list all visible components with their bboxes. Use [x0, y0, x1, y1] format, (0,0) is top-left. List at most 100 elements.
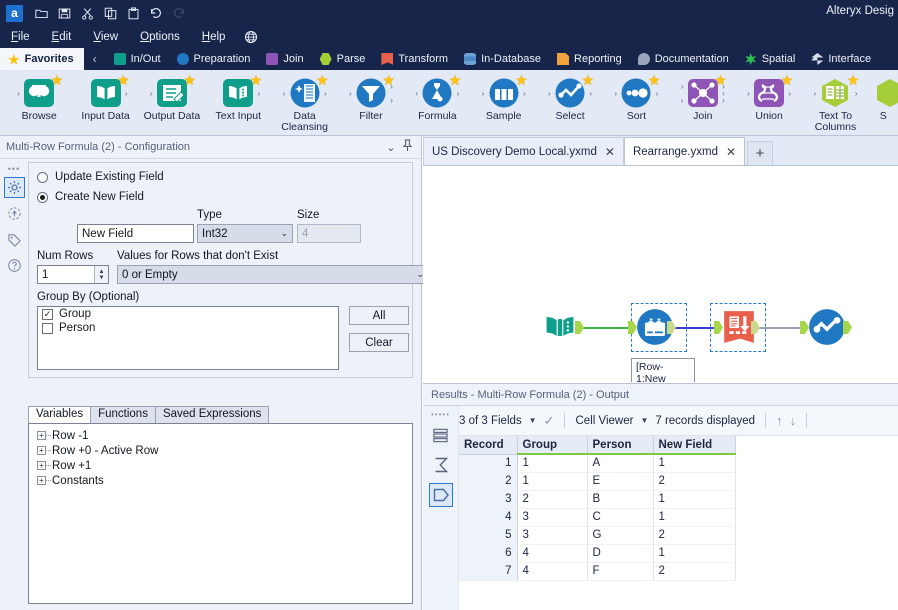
- close-icon[interactable]: ✕: [605, 145, 615, 159]
- tree-node-row-minus-1[interactable]: + Row -1: [37, 428, 412, 443]
- tree-node-row-plus-1[interactable]: + Row +1: [37, 458, 412, 473]
- select-all-button[interactable]: All: [349, 306, 409, 325]
- cell-new-field[interactable]: 2: [653, 562, 736, 581]
- fields-count-label[interactable]: 3 of 3 Fields: [459, 415, 522, 427]
- create-new-field-radio[interactable]: [37, 191, 48, 203]
- category-favorites[interactable]: ★ Favorites: [0, 48, 84, 70]
- refresh-icon[interactable]: [4, 203, 25, 224]
- globe-icon[interactable]: [244, 30, 258, 44]
- cell-person[interactable]: E: [587, 472, 654, 491]
- num-rows-stepper[interactable]: 1 ▲ ▼: [37, 265, 109, 284]
- port-transform-output[interactable]: [751, 321, 760, 334]
- tool-summarize[interactable]: S: [869, 70, 898, 122]
- cell-person[interactable]: D: [587, 544, 654, 563]
- drag-handle-dots[interactable]: •••••: [431, 410, 450, 419]
- arrow-down-icon[interactable]: ↓: [790, 413, 797, 428]
- chevron-down-icon[interactable]: ⌄: [383, 141, 399, 154]
- expand-icon[interactable]: +: [37, 446, 46, 455]
- tree-node-constants[interactable]: + Constants: [37, 473, 412, 488]
- column-header-group[interactable]: Group: [517, 436, 588, 455]
- group-by-list[interactable]: ✓ Group Person: [37, 306, 339, 370]
- table-row[interactable]: 2 1 E 2: [459, 472, 736, 491]
- tool-filter[interactable]: › › › ★ Filter: [338, 70, 404, 122]
- cell-group[interactable]: 1: [517, 454, 588, 473]
- node-browse[interactable]: [808, 308, 846, 349]
- tool-union[interactable]: › › ★ Union: [736, 70, 802, 122]
- node-text-input[interactable]: [541, 308, 579, 349]
- cell-group[interactable]: 2: [517, 490, 588, 509]
- tree-node-row-zero[interactable]: + Row +0 - Active Row: [37, 443, 412, 458]
- copy-icon[interactable]: [100, 3, 120, 23]
- clear-selection-button[interactable]: Clear: [349, 333, 409, 352]
- tool-formula[interactable]: › › ★ Formula: [404, 70, 470, 122]
- save-icon[interactable]: [54, 3, 74, 23]
- cell-group[interactable]: 1: [517, 472, 588, 491]
- field-name-input[interactable]: New Field: [77, 224, 194, 243]
- cell-group[interactable]: 4: [517, 562, 588, 581]
- category-reporting[interactable]: Reporting: [549, 53, 630, 65]
- tool-join[interactable]: › › › › › ★ Join: [670, 70, 736, 122]
- cell-group[interactable]: 3: [517, 508, 588, 527]
- column-header-person[interactable]: Person: [587, 436, 654, 455]
- chevron-down-icon[interactable]: ▼: [529, 416, 537, 425]
- pin-icon[interactable]: [399, 139, 415, 155]
- table-row[interactable]: 3 2 B 1: [459, 490, 736, 509]
- tool-output-data[interactable]: › ★ Output Data: [139, 70, 205, 122]
- category-in-out[interactable]: In/Out: [106, 53, 169, 65]
- tool-text-to-columns[interactable]: › › ★ Text To Columns: [802, 70, 868, 133]
- num-rows-spin-buttons[interactable]: ▲ ▼: [94, 266, 108, 283]
- workflow-canvas[interactable]: [Row-1:New Field]+1: [423, 166, 898, 382]
- tab-variables[interactable]: Variables: [28, 406, 92, 424]
- menu-view[interactable]: View: [82, 29, 129, 45]
- cell-new-field[interactable]: 1: [653, 544, 736, 563]
- help-icon[interactable]: [4, 255, 25, 276]
- values-missing-select[interactable]: 0 or Empty ⌄: [117, 265, 429, 284]
- tool-text-input[interactable]: › ★ Text Input: [205, 70, 271, 122]
- category-spatial[interactable]: Spatial: [737, 53, 804, 65]
- tool-data-cleansing[interactable]: › › ★ Data Cleansing: [271, 70, 337, 133]
- summary-sigma-icon[interactable]: [429, 453, 453, 477]
- port-text-input-output[interactable]: [575, 321, 584, 334]
- port-browse-output[interactable]: [843, 321, 852, 334]
- drag-handle-dots[interactable]: •••: [8, 164, 20, 174]
- cell-person[interactable]: C: [587, 508, 654, 527]
- cell-new-field[interactable]: 1: [653, 454, 736, 473]
- cell-new-field[interactable]: 1: [653, 490, 736, 509]
- tool-browse[interactable]: › ★ Browse: [6, 70, 72, 122]
- column-header-new-field[interactable]: New Field: [653, 436, 736, 455]
- type-select[interactable]: Int32 ⌄: [197, 224, 293, 243]
- table-row[interactable]: 5 3 G 2: [459, 526, 736, 545]
- category-transform[interactable]: Transform: [373, 53, 456, 65]
- tag-icon[interactable]: [4, 229, 25, 250]
- category-collapse-icon[interactable]: ‹: [84, 48, 106, 70]
- cell-new-field[interactable]: 1: [653, 508, 736, 527]
- gear-icon[interactable]: [3, 177, 25, 198]
- tab-saved-expressions[interactable]: Saved Expressions: [154, 406, 270, 424]
- cell-person[interactable]: B: [587, 490, 654, 509]
- cell-group[interactable]: 4: [517, 544, 588, 563]
- arrow-up-icon[interactable]: ↑: [776, 413, 783, 428]
- new-workflow-tab-button[interactable]: +: [747, 141, 774, 165]
- update-existing-field-radio-row[interactable]: Update Existing Field: [37, 171, 164, 183]
- menu-options[interactable]: Options: [129, 29, 191, 45]
- menu-edit[interactable]: Edit: [41, 29, 83, 45]
- port-formula-output[interactable]: [667, 321, 676, 334]
- cell-person[interactable]: G: [587, 526, 654, 545]
- paste-icon[interactable]: [123, 3, 143, 23]
- table-row[interactable]: 1 1 A 1: [459, 454, 736, 473]
- create-new-field-radio-row[interactable]: Create New Field: [37, 191, 144, 203]
- workflow-tab-rearrange[interactable]: Rearrange.yxmd ✕: [623, 137, 746, 165]
- tool-sample[interactable]: › › ★ Sample: [471, 70, 537, 122]
- group-by-item-group[interactable]: ✓ Group: [38, 307, 338, 321]
- group-by-item-person[interactable]: Person: [38, 321, 338, 335]
- results-data-grid[interactable]: Record Group Person New Field 1 1 A 1 2: [459, 436, 898, 610]
- menu-help[interactable]: Help: [191, 29, 237, 45]
- cut-icon[interactable]: [77, 3, 97, 23]
- cell-group[interactable]: 3: [517, 526, 588, 545]
- checkbox-unchecked-icon[interactable]: [42, 322, 53, 334]
- undo-icon[interactable]: [146, 3, 166, 23]
- metadata-tag-icon[interactable]: [428, 483, 453, 507]
- cell-person[interactable]: A: [587, 454, 654, 473]
- cell-viewer-label[interactable]: Cell Viewer: [575, 415, 633, 427]
- table-row[interactable]: 4 3 C 1: [459, 508, 736, 527]
